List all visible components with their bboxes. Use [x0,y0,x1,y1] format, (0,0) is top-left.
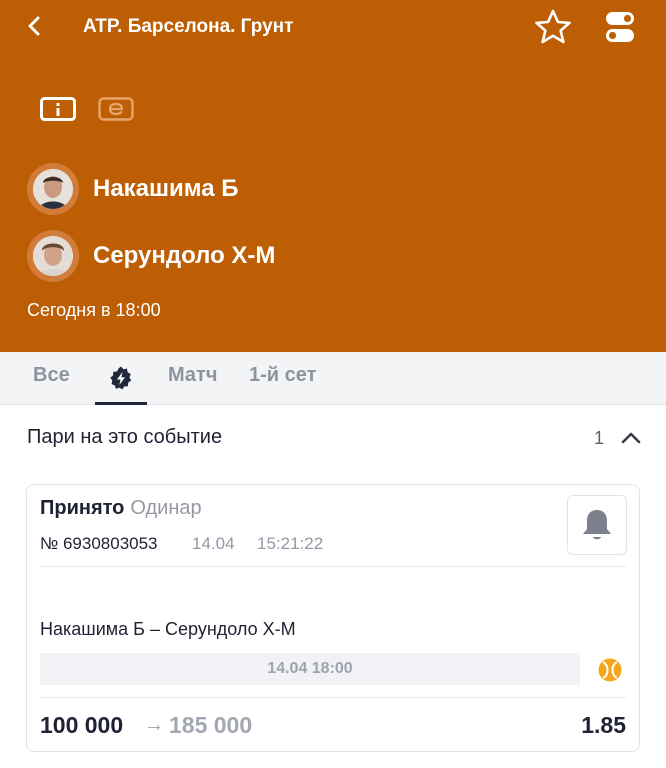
page-title: ATP. Барселона. Грунт [83,16,294,37]
bet-event-date: 14.04 18:00 [40,653,580,685]
bet-event-name: Накашима Б – Серундоло Х-М [40,619,296,639]
bet-coefficient: 1.85 [581,712,626,738]
tab-match[interactable]: Матч [168,364,217,387]
chevron-left-icon [28,16,40,36]
info-tab[interactable] [39,95,79,125]
player-avatar [27,163,79,215]
bell-icon [583,510,611,540]
collapse-button[interactable] [616,424,646,452]
active-tab-underline [95,402,147,405]
back-button[interactable] [20,8,48,44]
player-name-2: Серундоло Х-М [93,242,276,269]
player-avatar [27,230,79,282]
bet-status-label: Принято [40,497,125,519]
bet-date: 14.04 [192,534,235,553]
bet-type-label: Одинар [130,497,202,519]
bet-status: Принято Одинар [40,497,202,520]
player-name-1: Накашима Б [93,175,239,202]
info-icon [40,97,76,121]
favorite-button[interactable] [531,6,575,48]
tab-first-set[interactable]: 1-й сет [249,364,316,387]
toggle-icon [606,12,634,42]
bet-number: № 6930803053 [40,534,158,553]
e-tab[interactable] [97,95,137,125]
e-icon [98,97,134,121]
event-header: ATP. Барселона. Грунт Накашима Б Серундо… [0,0,666,352]
market-tabs: Все Матч 1-й сет [0,352,666,405]
event-start-time: Сегодня в 18:00 [27,300,161,320]
arrow-right-icon: → [144,714,164,736]
notification-button[interactable] [567,495,627,555]
card-divider [40,697,626,698]
player-photo-icon [33,236,73,276]
chevron-up-icon [621,432,641,444]
player-row-1: Накашима Б [27,162,239,216]
bets-section-title: Пари на это событие [27,426,223,448]
bets-count: 1 [594,428,605,448]
card-divider [40,566,626,567]
settings-button[interactable] [600,8,638,46]
bet-time: 15:21:22 [257,534,324,553]
star-icon [535,9,571,44]
bet-payout: 185 000 [169,712,253,738]
tennis-ball-icon [598,658,622,682]
bet-card[interactable]: Принято Одинар № 6930803053 14.04 15:21:2… [26,484,640,752]
tab-live[interactable] [95,352,147,405]
lightning-icon [110,366,132,389]
player-photo-icon [33,169,73,209]
tab-all[interactable]: Все [33,364,70,387]
player-row-2: Серундоло Х-М [27,229,275,283]
bet-stake: 100 000 [40,712,124,738]
